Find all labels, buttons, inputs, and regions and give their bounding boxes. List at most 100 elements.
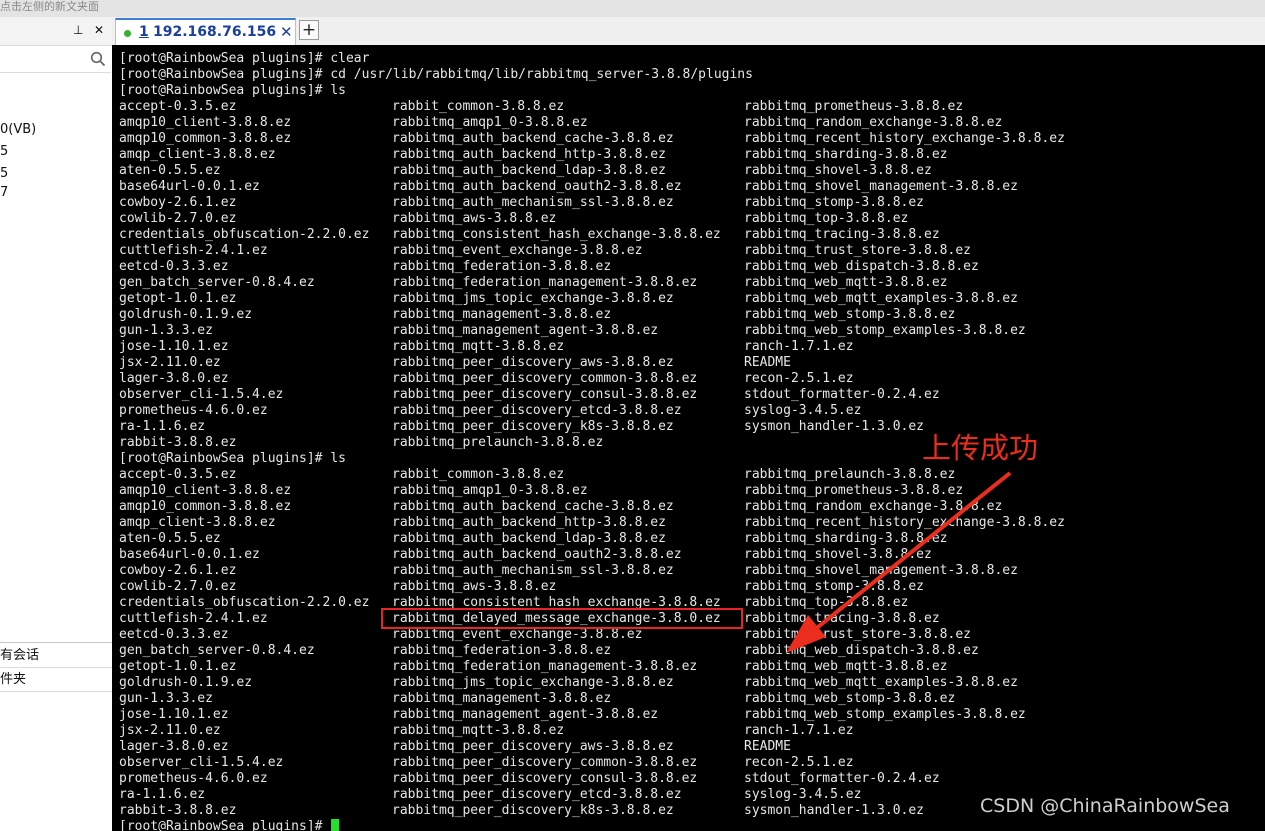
terminal-prompt-line[interactable]: [root@RainbowSea plugins]#: [119, 819, 340, 831]
terminal-file-entry: rabbitmq_amqp1_0-3.8.8.ez: [392, 115, 588, 130]
terminal-file-entry: lager-3.8.0.ez: [119, 739, 229, 754]
terminal-file-entry: rabbitmq_recent_history_exchange-3.8.8.e…: [744, 131, 1065, 146]
terminal-file-entry: rabbitmq_event_exchange-3.8.8.ez: [392, 627, 643, 642]
terminal-command-line: [root@RainbowSea plugins]# clear: [119, 51, 369, 67]
terminal-ls-row: cowlib-2.7.0.ez rabbitmq_aws-3.8.8.ez rabb…: [119, 211, 908, 227]
close-icon[interactable]: ✕: [94, 22, 104, 38]
terminal-command-text: [root@RainbowSea plugins]# clear: [119, 51, 370, 66]
terminal-file-entry: observer_cli-1.5.4.ez: [119, 387, 284, 402]
terminal-file-entry: getopt-1.0.1.ez: [119, 291, 237, 306]
terminal-ls-row: amqp10_common-3.8.8.ez rabbitmq_auth_back…: [119, 131, 1065, 147]
terminal-file-entry: rabbitmq_peer_discovery_common-3.8.8.ez: [392, 755, 698, 770]
session-tree-item[interactable]: 0(VB): [0, 122, 36, 138]
terminal-file-entry: rabbitmq_auth_backend_ldap-3.8.8.ez: [392, 163, 666, 178]
terminal-file-entry: rabbitmq_auth_backend_http-3.8.8.ez: [392, 147, 666, 162]
terminal-ls-row: jsx-2.11.0.ez rabbitmq_peer_discovery_aws…: [119, 355, 791, 371]
terminal-file-entry: rabbitmq_shovel_management-3.8.8.ez: [744, 179, 1018, 194]
terminal-file-entry: rabbitmq_auth_backend_cache-3.8.8.ez: [392, 131, 674, 146]
terminal-file-entry: ra-1.1.6.ez: [119, 419, 206, 434]
terminal-ls-row: aten-0.5.5.ez rabbitmq_auth_backend_ldap-…: [119, 531, 948, 547]
watermark: CSDN @ChinaRainbowSea: [980, 795, 1230, 817]
terminal-ls-row: observer_cli-1.5.4.ez rabbitmq_peer_disco…: [119, 387, 940, 403]
terminal-file-entry: rabbitmq_stomp-3.8.8.ez: [744, 195, 925, 210]
session-tree-item[interactable]: 5: [0, 144, 8, 160]
terminal-file-entry: rabbitmq_auth_mechanism_ssl-3.8.8.ez: [392, 563, 674, 578]
terminal-ls-row: cuttlefish-2.4.1.ez rabbitmq_event_exchan…: [119, 243, 971, 259]
terminal-ls-row: gun-1.3.3.ez rabbitmq_management_agent-3.…: [119, 323, 1026, 339]
terminal-file-entry: amqp10_common-3.8.8.ez: [119, 499, 292, 514]
terminal-ls-row: eetcd-0.3.3.ez rabbitmq_federation-3.8.8.…: [119, 259, 979, 275]
terminal-file-entry: prometheus-4.6.0.ez: [119, 771, 268, 786]
terminal-file-entry: rabbit_common-3.8.8.ez: [392, 467, 565, 482]
terminal-file-entry: rabbitmq_federation_management-3.8.8.ez: [392, 659, 698, 674]
terminal-file-entry: cowlib-2.7.0.ez: [119, 211, 237, 226]
session-search-input[interactable]: [0, 46, 111, 73]
terminal-file-entry: amqp_client-3.8.8.ez: [119, 147, 276, 162]
terminal-file-entry: credentials_obfuscation-2.2.0.ez: [119, 227, 370, 242]
session-tree-item[interactable]: 5: [0, 166, 8, 182]
terminal-ls-row: cowlib-2.7.0.ez rabbitmq_aws-3.8.8.ez rabb…: [119, 579, 924, 595]
terminal-file-entry: gun-1.3.3.ez: [119, 691, 213, 706]
terminal-output[interactable]: [root@RainbowSea plugins]# clear [root@Ra…: [112, 45, 1265, 831]
terminal-file-entry: rabbitmq_event_exchange-3.8.8.ez: [392, 243, 643, 258]
terminal-file-entry: rabbitmq_management_agent-3.8.8.ez: [392, 707, 659, 722]
terminal-file-entry: goldrush-0.1.9.ez: [119, 675, 253, 690]
terminal-ls-row: jsx-2.11.0.ez rabbitmq_mqtt-3.8.8.ez ranch…: [119, 723, 854, 739]
terminal-file-entry: credentials_obfuscation-2.2.0.ez: [119, 595, 370, 610]
terminal-ls-row: observer_cli-1.5.4.ez rabbitmq_peer_disco…: [119, 755, 854, 771]
terminal-file-entry: sysmon_handler-1.3.0.ez: [744, 803, 925, 818]
new-tab-button[interactable]: +: [299, 20, 319, 40]
terminal-file-entry: rabbitmq_jms_topic_exchange-3.8.8.ez: [392, 675, 674, 690]
terminal-file-entry: recon-2.5.1.ez: [744, 755, 854, 770]
terminal-file-entry: rabbitmq_top-3.8.8.ez: [744, 211, 909, 226]
terminal-file-entry: rabbitmq_auth_backend_cache-3.8.8.ez: [392, 499, 674, 514]
terminal-cursor: [331, 819, 340, 831]
terminal-file-entry: jsx-2.11.0.ez: [119, 355, 221, 370]
session-panel-header: ⊥ ✕: [0, 17, 112, 46]
session-list-item[interactable]: 件夹: [0, 668, 112, 692]
terminal-file-entry: base64url-0.0.1.ez: [119, 547, 260, 562]
tab-bar: 1 192.168.76.156 ✕ +: [112, 17, 1265, 45]
terminal-file-entry: rabbit-3.8.8.ez: [119, 803, 237, 818]
terminal-file-entry: amqp10_common-3.8.8.ez: [119, 131, 292, 146]
terminal-file-entry: rabbitmq_peer_discovery_consul-3.8.8.ez: [392, 387, 698, 402]
terminal-file-entry: rabbitmq_auth_mechanism_ssl-3.8.8.ez: [392, 195, 674, 210]
terminal-file-entry: rabbitmq_peer_discovery_common-3.8.8.ez: [392, 371, 698, 386]
terminal-file-entry: jose-1.10.1.ez: [119, 339, 229, 354]
terminal-file-entry: rabbitmq_consistent_hash_exchange-3.8.8.…: [392, 227, 721, 242]
terminal-file-entry: rabbitmq_mqtt-3.8.8.ez: [392, 339, 565, 354]
terminal-ls-row: lager-3.8.0.ez rabbitmq_peer_discovery_co…: [119, 371, 854, 387]
terminal-command-text: [root@RainbowSea plugins]# ls: [119, 451, 346, 466]
session-tree-item[interactable]: 7: [0, 185, 8, 201]
terminal-file-entry: gen_batch_server-0.8.4.ez: [119, 643, 315, 658]
terminal-ls-row: rabbit-3.8.8.ez rabbitmq_peer_discovery_k…: [119, 803, 924, 819]
pin-icon[interactable]: ⊥: [73, 22, 83, 38]
session-panel: ⊥ ✕ 0(VB) 5 5 7 有会话 件夹: [0, 17, 112, 831]
terminal-file-entry: aten-0.5.5.ez: [119, 531, 221, 546]
terminal-file-entry: rabbitmq_peer_discovery_aws-3.8.8.ez: [392, 355, 674, 370]
terminal-file-entry: cuttlefish-2.4.1.ez: [119, 611, 268, 626]
terminal-file-entry: rabbitmq_peer_discovery_etcd-3.8.8.ez: [392, 403, 682, 418]
terminal-command-line: [root@RainbowSea plugins]# ls: [119, 451, 346, 467]
terminal-file-entry: rabbitmq_prelaunch-3.8.8.ez: [392, 435, 604, 450]
terminal-file-entry: rabbitmq_federation-3.8.8.ez: [392, 259, 612, 274]
session-list-item[interactable]: 有会话: [0, 644, 112, 668]
terminal-ls-row: accept-0.3.5.ez rabbit_common-3.8.8.ez rab…: [119, 99, 963, 115]
terminal-file-entry: rabbitmq_auth_backend_oauth2-3.8.8.ez: [392, 547, 682, 562]
terminal-file-entry: rabbitmq_web_stomp-3.8.8.ez: [744, 691, 956, 706]
terminal-file-entry: accept-0.3.5.ez: [119, 467, 237, 482]
terminal-file-entry: rabbitmq_federation_management-3.8.8.ez: [392, 275, 698, 290]
terminal-file-entry: rabbitmq_federation-3.8.8.ez: [392, 643, 612, 658]
terminal-command-line: [root@RainbowSea plugins]# ls: [119, 83, 346, 99]
terminal-ls-row: ra-1.1.6.ez rabbitmq_peer_discovery_etcd-…: [119, 787, 861, 803]
terminal-ls-row: amqp_client-3.8.8.ez rabbitmq_auth_backen…: [119, 147, 948, 163]
terminal-file-entry: rabbitmq_aws-3.8.8.ez: [392, 211, 557, 226]
terminal-file-entry: syslog-3.4.5.ez: [744, 403, 862, 418]
search-icon[interactable]: [90, 51, 106, 71]
tab-session[interactable]: 1 192.168.76.156 ✕: [115, 18, 296, 45]
terminal-file-entry: rabbitmq_mqtt-3.8.8.ez: [392, 723, 565, 738]
terminal-ls-row: amqp10_common-3.8.8.ez rabbitmq_auth_back…: [119, 499, 1002, 515]
terminal-ls-row: cuttlefish-2.4.1.ez rabbitmq_delayed_mess…: [119, 611, 940, 627]
tab-close-icon[interactable]: ✕: [280, 23, 293, 41]
terminal-ls-row: cowboy-2.6.1.ez rabbitmq_auth_mechanism_s…: [119, 563, 1018, 579]
